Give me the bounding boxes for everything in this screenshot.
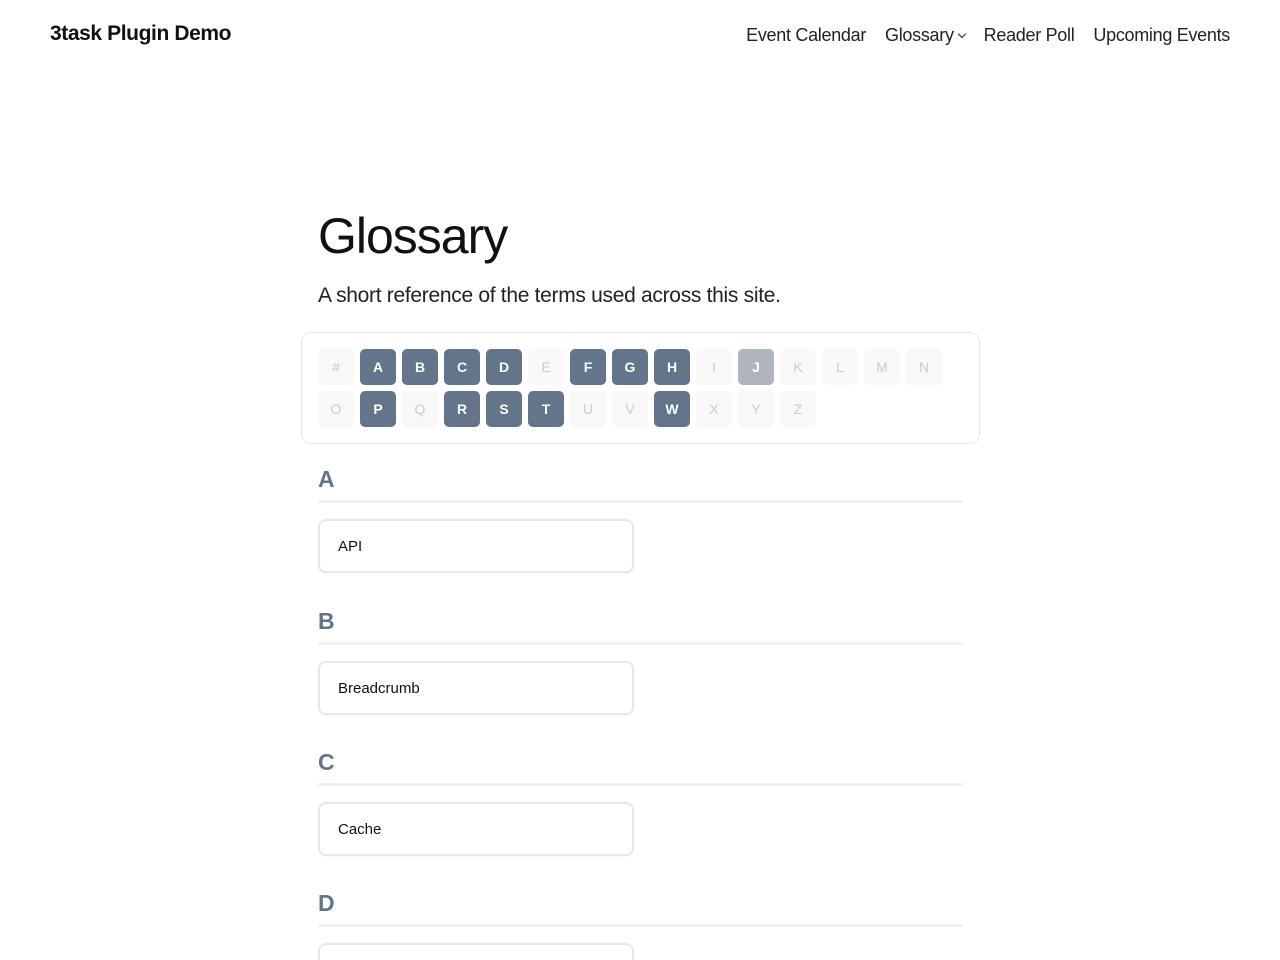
glossary-term-card[interactable]: Breadcrumb bbox=[318, 661, 634, 715]
glossary-section-d: D bbox=[318, 890, 963, 960]
nav-reader-poll[interactable]: Reader Poll bbox=[984, 25, 1075, 46]
nav-event-calendar[interactable]: Event Calendar bbox=[746, 25, 866, 46]
letter-index-button[interactable]: G bbox=[612, 349, 648, 385]
letter-index-button[interactable]: D bbox=[486, 349, 522, 385]
nav-glossary-label: Glossary bbox=[885, 25, 954, 45]
section-divider bbox=[318, 642, 963, 645]
section-divider bbox=[318, 924, 963, 927]
letter-index-button[interactable]: S bbox=[486, 391, 522, 427]
letter-index-button[interactable]: P bbox=[360, 391, 396, 427]
letter-index-button: L bbox=[822, 349, 858, 385]
section-heading: C bbox=[318, 749, 335, 775]
glossary-section-c: C Cache bbox=[318, 749, 963, 856]
chevron-down-icon bbox=[957, 29, 966, 38]
nav-upcoming-events[interactable]: Upcoming Events bbox=[1093, 25, 1230, 46]
letter-index-button: O bbox=[318, 391, 354, 427]
glossary-term-card[interactable]: API bbox=[318, 519, 634, 573]
letter-index-button: K bbox=[780, 349, 816, 385]
letter-index-button: Q bbox=[402, 391, 438, 427]
letter-index-button: I bbox=[696, 349, 732, 385]
letter-index-button[interactable]: C bbox=[444, 349, 480, 385]
letter-index-button: M bbox=[864, 349, 900, 385]
letter-index: # A B C D E F G H I J K L M N OPQRSTUVWXYZ bbox=[301, 332, 980, 444]
letter-index-button[interactable]: T bbox=[528, 391, 564, 427]
main-navigation: Event Calendar Glossary Reader Poll Upco… bbox=[727, 25, 1230, 46]
letter-index-button[interactable]: W bbox=[654, 391, 690, 427]
letter-index-button: U bbox=[570, 391, 606, 427]
letter-index-row-2: OPQRSTUVWXYZ bbox=[318, 391, 822, 427]
letter-index-button[interactable]: A bbox=[360, 349, 396, 385]
section-heading: D bbox=[318, 890, 335, 916]
main-content: Glossary A short reference of the terms … bbox=[318, 205, 963, 308]
letter-index-button: Y bbox=[738, 391, 774, 427]
letter-index-button: E bbox=[528, 349, 564, 385]
section-heading: A bbox=[318, 466, 335, 492]
letter-index-button: # bbox=[318, 349, 354, 385]
glossary-section-b: B Breadcrumb bbox=[318, 608, 963, 715]
letter-index-button: N bbox=[906, 349, 942, 385]
site-title-link[interactable]: 3task Plugin Demo bbox=[50, 22, 231, 46]
letter-index-button: X bbox=[696, 391, 732, 427]
letter-index-button[interactable]: B bbox=[402, 349, 438, 385]
glossary-section-a: A API bbox=[318, 466, 963, 573]
letter-index-row-1: # A B C D E F G H I J K L M N bbox=[318, 349, 948, 385]
letter-index-button[interactable]: R bbox=[444, 391, 480, 427]
glossary-term-card[interactable] bbox=[318, 943, 634, 960]
glossary-term-card[interactable]: Cache bbox=[318, 802, 634, 856]
nav-glossary[interactable]: Glossary bbox=[885, 25, 966, 46]
section-divider bbox=[318, 500, 963, 503]
letter-index-button[interactable]: H bbox=[654, 349, 690, 385]
letter-index-button: V bbox=[612, 391, 648, 427]
page-title: Glossary bbox=[318, 208, 508, 264]
site-header: 3task Plugin Demo Event Calendar Glossar… bbox=[0, 0, 1280, 72]
letter-index-button[interactable]: J bbox=[738, 349, 774, 385]
letter-index-button: Z bbox=[780, 391, 816, 427]
letter-index-button[interactable]: F bbox=[570, 349, 606, 385]
section-heading: B bbox=[318, 608, 335, 634]
section-divider bbox=[318, 783, 963, 786]
page-description: A short reference of the terms used acro… bbox=[318, 284, 781, 307]
